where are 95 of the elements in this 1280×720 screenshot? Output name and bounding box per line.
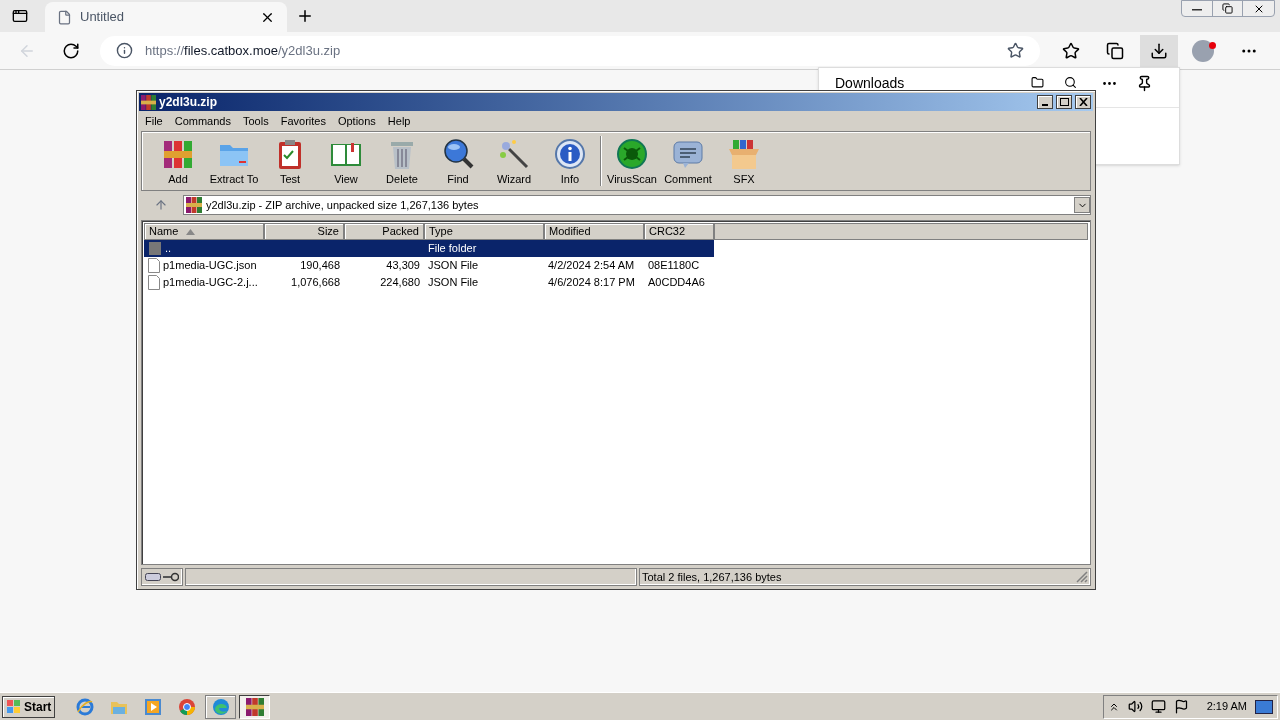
file-icon [148,258,160,273]
windows-logo-icon [6,698,22,715]
edge-icon [211,697,230,716]
browser-tab[interactable]: Untitled [45,2,287,32]
menu-item[interactable]: File [139,112,169,130]
table-cell-text: JSON File [428,258,479,274]
column-header[interactable]: Modified [544,223,644,240]
resize-grip-icon[interactable] [1076,571,1088,583]
toolbar-button[interactable]: Comment [660,133,716,189]
clock-text: 2:19 AM [1206,699,1247,715]
window-icon [12,8,28,24]
page-icon [57,9,72,25]
table-cell-text: A0CDD4A6 [648,275,705,291]
column-header[interactable]: Packed [344,223,424,240]
path-text: y2dl3u.zip - ZIP archive, unpacked size 1,267,136 bytes [206,197,480,213]
column-header[interactable]: Size [264,223,344,240]
table-cell-text: 08E1180C [648,258,700,274]
start-button[interactable]: Start [2,695,56,718]
show-desktop-icon[interactable] [1255,699,1273,714]
menu-item[interactable]: Commands [168,112,237,130]
profile-avatar[interactable] [1192,39,1214,62]
table-cell-text: 43,309 [386,258,420,274]
toolbar-button[interactable]: Extract To [206,133,262,189]
favorites-icon[interactable] [1062,41,1080,60]
toolbar-button[interactable]: View [318,133,374,189]
add-favorite-icon[interactable] [1007,42,1024,59]
toolbar-button[interactable]: VirusScan [604,133,660,189]
archive-icon [245,697,264,716]
file-row[interactable]: p1media-UGC.json 190,468 43,309 JSON File 4/2/2024 2:54 AM 08E1180C [144,257,714,274]
column-header[interactable]: Name [144,223,264,240]
menu-item[interactable]: Help [381,112,417,130]
minimize-button[interactable] [1037,95,1053,109]
info-icon [116,42,133,59]
menu-item[interactable]: Tools [237,112,275,130]
table-cell-text: 190,468 [300,258,340,274]
browser-e-icon [75,697,94,716]
table-cell-text: 224,680 [380,275,420,291]
taskbar-app-button[interactable] [239,694,271,719]
info-icon [553,136,587,171]
sort-arrow-icon [186,228,196,235]
folder-icon[interactable] [1031,76,1044,89]
maximize-button[interactable] [1056,95,1072,109]
toolbar-button[interactable]: Add [150,133,206,189]
pin-icon[interactable] [1136,75,1153,92]
menu-item[interactable]: Options [331,112,382,130]
key-icon [163,572,179,582]
table-cell-text: 4/6/2024 8:17 PM [548,275,635,291]
close-icon [1078,98,1088,106]
file-row[interactable]: .. File folder [144,240,714,257]
bug-scan-icon [615,136,649,171]
collections-icon[interactable] [1106,41,1124,60]
chrome-icon [177,697,196,716]
table-cell-text: .. [165,241,172,257]
magnifier-icon [441,136,475,171]
toolbar-button[interactable]: Info [542,133,598,189]
column-header[interactable]: Type [424,223,544,240]
url-text: https://files.catbox.moe/y2dl3u.zip [145,41,342,60]
media-player-icon [143,697,162,716]
toolbar-button[interactable]: Delete [374,133,430,189]
refresh-icon[interactable] [62,41,80,60]
toolbar-button[interactable]: Find [430,133,486,189]
table-cell-text: 4/2/2024 2:54 AM [548,258,635,274]
table-cell-text: File folder [428,241,477,257]
drive-icon [145,573,161,581]
restore-icon[interactable] [1222,3,1233,14]
table-cell-text: JSON File [428,275,479,291]
toolbar-button[interactable]: Wizard [486,133,542,189]
table-cell-text: p1media-UGC.json [163,258,257,274]
path-field[interactable]: y2dl3u.zip - ZIP archive, unpacked size 1,267,136 bytes [183,195,1091,215]
panel-title: Downloads [835,76,906,90]
column-header[interactable]: CRC32 [644,223,714,240]
address-field[interactable]: https://files.catbox.moe/y2dl3u.zip [100,35,1040,66]
tab-title: Untitled [80,8,126,27]
maximize-icon [1059,98,1069,106]
speaker-icon[interactable] [1127,699,1143,714]
close-button[interactable] [1075,95,1091,109]
file-icon [148,275,160,290]
toolbar-button[interactable]: SFX [716,133,772,189]
file-row[interactable]: p1media-UGC-2.j... 1,076,668 224,680 JSON File 4/6/2024 8:17 PM A0CDD4A6 [144,274,714,291]
plus-icon [296,7,314,25]
archive-icon [186,197,202,213]
window-title: y2dl3u.zip [159,94,218,111]
table-cell-text: 1,076,668 [291,275,340,291]
flag-icon[interactable] [1173,699,1189,714]
menu-item[interactable]: Favorites [274,112,332,130]
downloads-button[interactable] [1140,34,1178,67]
dropdown-button[interactable] [1074,197,1090,213]
folder-icon [148,241,162,256]
toolbar-button[interactable]: Test [262,133,318,189]
network-icon[interactable] [1150,699,1166,714]
download-icon [1150,41,1168,60]
archive-icon [141,94,156,110]
table-cell-text: p1media-UGC-2.j... [163,275,258,291]
status-text: Total 2 files, 1,267,136 bytes [642,569,783,585]
search-icon[interactable] [1064,76,1077,89]
